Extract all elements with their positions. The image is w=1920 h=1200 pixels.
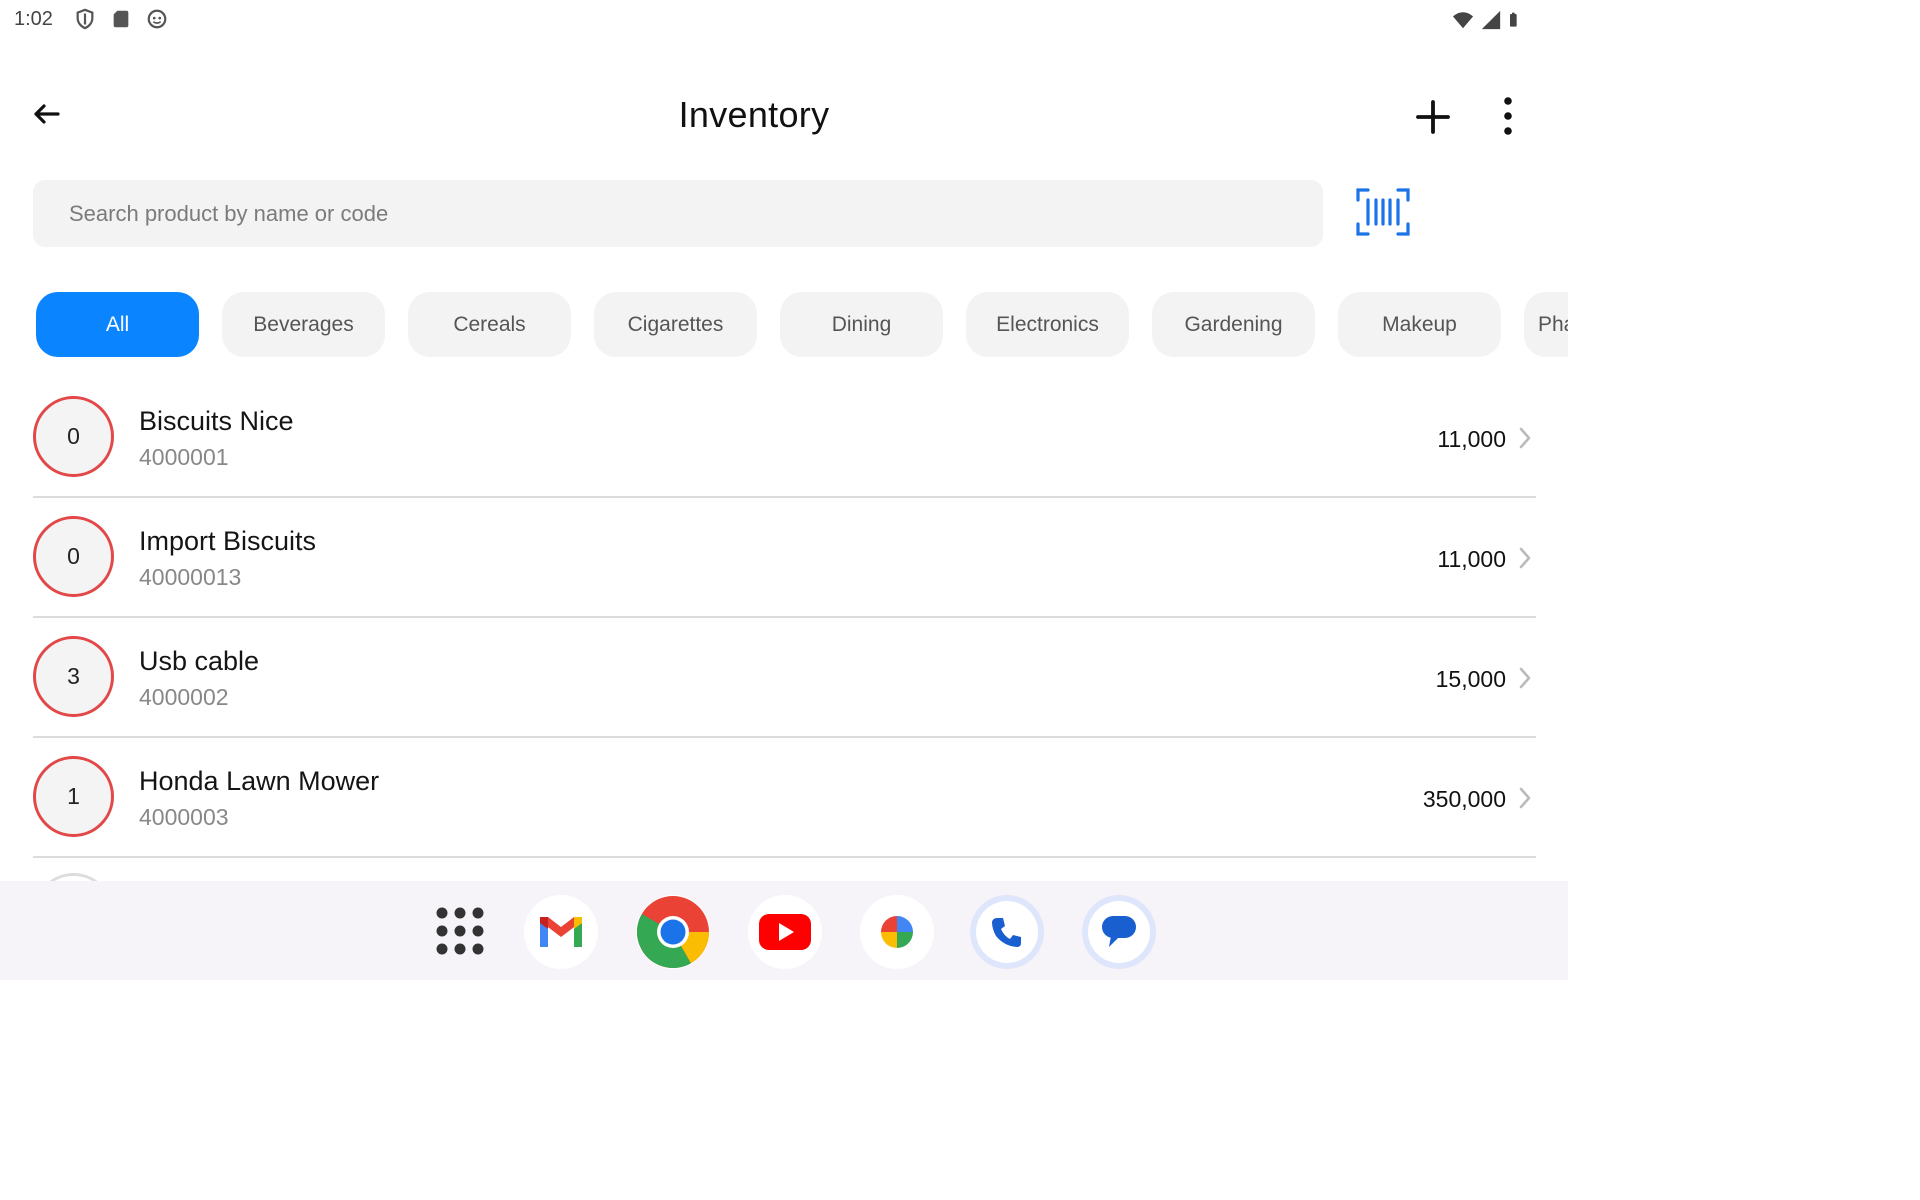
apps-grid-icon[interactable]: [432, 903, 488, 959]
chrome-app[interactable]: [636, 895, 710, 969]
more-vertical-icon[interactable]: [1494, 94, 1522, 138]
chevron-right-icon: [1519, 427, 1531, 449]
product-code: 4000003: [139, 804, 229, 830]
category-chips: All Beverages Cereals Cigarettes Dining …: [36, 292, 1568, 358]
quantity-badge: 0: [33, 516, 114, 597]
phone-icon: [992, 918, 1021, 947]
chrome-icon: [636, 896, 709, 969]
phone-app[interactable]: [970, 895, 1044, 969]
chip-makeup[interactable]: Makeup: [1338, 292, 1501, 357]
battery-icon: [1510, 12, 1517, 27]
product-row[interactable]: 3 Usb cable 4000002 15,000: [33, 618, 1536, 738]
app-dock: [0, 881, 1568, 980]
chevron-right-icon: [1519, 787, 1531, 809]
product-name: Usb cable: [139, 646, 260, 676]
chevron-right-icon: [1519, 667, 1531, 689]
quantity-badge: 1: [33, 756, 114, 837]
product-code: 4000001: [139, 444, 229, 470]
page-title: Inventory: [678, 94, 830, 135]
product-name: Biscuits Nice: [139, 406, 294, 436]
product-price: 350,000: [1422, 786, 1506, 812]
product-row[interactable]: 0 Import Biscuits 40000013 11,000: [33, 498, 1536, 618]
product-price: 11,000: [1437, 426, 1506, 452]
gmail-app[interactable]: [524, 895, 598, 969]
messages-app[interactable]: [1082, 895, 1156, 969]
product-row[interactable]: 1 Honda Lawn Mower 4000003 350,000: [33, 738, 1536, 858]
signal-icon: [1481, 10, 1501, 30]
chip-beverages[interactable]: Beverages: [222, 292, 385, 357]
chip-cereals[interactable]: Cereals: [408, 292, 571, 357]
product-code: 40000013: [139, 564, 242, 590]
quantity-badge: 3: [33, 636, 114, 717]
sd-card-icon: [113, 10, 129, 28]
wifi-icon: [1452, 12, 1474, 29]
barcode-scan-icon[interactable]: [1354, 186, 1412, 238]
messages-icon: [1102, 916, 1136, 947]
face-icon: [147, 9, 167, 29]
chip-electronics[interactable]: Electronics: [966, 292, 1129, 357]
chip-all[interactable]: All: [36, 292, 199, 357]
youtube-app[interactable]: [748, 895, 822, 969]
divider: [33, 856, 1536, 858]
search-input[interactable]: [33, 180, 1323, 247]
chevron-right-icon: [1519, 547, 1531, 569]
chip-pharmacy[interactable]: Pha: [1524, 292, 1568, 357]
add-product-icon[interactable]: [1412, 96, 1454, 138]
quantity-badge: 0: [33, 396, 114, 477]
product-code: 4000002: [139, 684, 229, 710]
photos-app[interactable]: [860, 895, 934, 969]
shield-icon: [76, 8, 94, 30]
youtube-icon: [759, 914, 811, 950]
chip-gardening[interactable]: Gardening: [1152, 292, 1315, 357]
status-time: 1:02: [14, 8, 53, 30]
gmail-icon: [540, 917, 582, 947]
chip-dining[interactable]: Dining: [780, 292, 943, 357]
product-name: Import Biscuits: [139, 526, 317, 556]
product-name: Honda Lawn Mower: [139, 766, 380, 796]
chip-cigarettes[interactable]: Cigarettes: [594, 292, 757, 357]
product-price: 15,000: [1435, 666, 1506, 692]
app-bar: Inventory: [0, 76, 1568, 156]
photos-icon: [881, 916, 913, 948]
status-bar: 1:02: [0, 0, 1568, 40]
product-row[interactable]: 0 Biscuits Nice 4000001 11,000: [33, 378, 1536, 498]
product-price: 11,000: [1437, 546, 1506, 572]
